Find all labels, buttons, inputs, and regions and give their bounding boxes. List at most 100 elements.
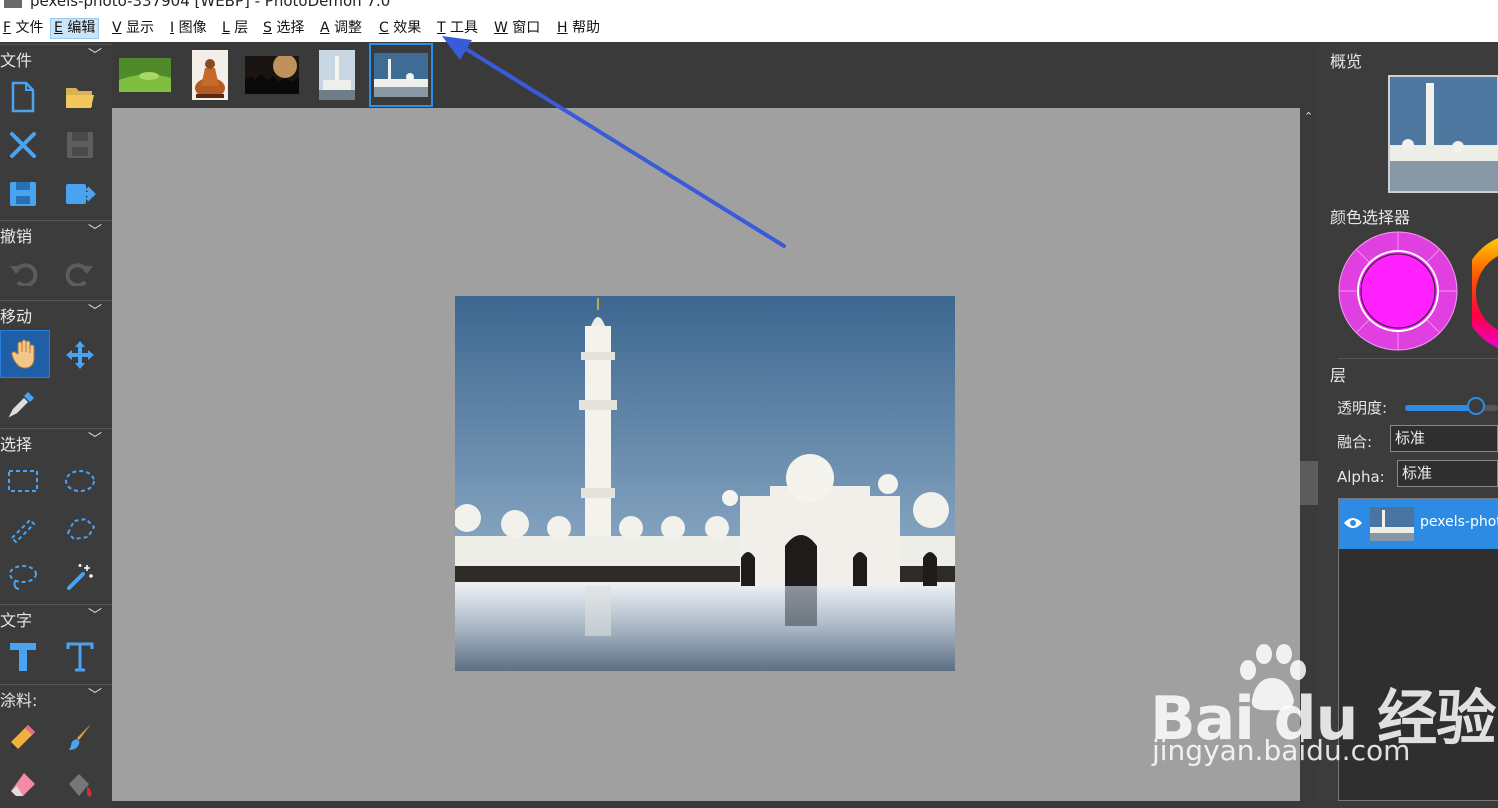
paintbrush-icon	[69, 724, 91, 750]
pencil-icon	[11, 725, 35, 749]
image-tab-5-active[interactable]	[369, 43, 433, 107]
text-tool-button[interactable]	[0, 634, 46, 680]
layer-name: pexels-photo	[1420, 514, 1498, 530]
image-tab-3[interactable]	[244, 47, 300, 103]
window-title: pexels-photo-337904 [WEBP] - PhotoDemon …	[30, 0, 391, 10]
thumbnail-mosque	[374, 53, 428, 97]
ellipse-select-button[interactable]	[57, 458, 103, 504]
opacity-slider[interactable]	[1405, 397, 1498, 416]
chevron-down-icon: ﹀	[88, 48, 102, 64]
right-panel: 概览 颜色选择器 层 透明度: 融合: 标准 Alpha: 标准 pexels-…	[1318, 42, 1498, 801]
eye-icon[interactable]	[1343, 516, 1363, 530]
chevron-down-icon: ﹀	[88, 224, 102, 240]
save-icon	[67, 132, 93, 158]
hand-icon	[11, 339, 35, 369]
chevron-down-icon: ﹀	[88, 608, 102, 624]
opacity-label: 透明度:	[1337, 399, 1388, 417]
toolbox-section-undo[interactable]: 撤销 ﹀	[0, 220, 112, 246]
lasso-icon	[9, 565, 37, 590]
eraser-tool-button[interactable]	[0, 762, 46, 808]
canvas-vertical-scrollbar[interactable]: ⌃	[1300, 108, 1318, 801]
polygon-select-icon	[66, 517, 96, 541]
thumbnail-mosque-tall	[319, 50, 355, 100]
line-select-icon	[10, 518, 36, 544]
image-tab-2[interactable]	[190, 47, 230, 103]
app-icon	[4, 0, 22, 8]
text-serif-icon	[66, 642, 94, 672]
layers-title: 层	[1330, 366, 1347, 385]
blend-label: 融合:	[1337, 433, 1373, 451]
scroll-up-icon[interactable]: ⌃	[1304, 111, 1314, 122]
eyedropper-icon	[8, 392, 34, 418]
undo-button[interactable]	[0, 250, 46, 296]
export-button[interactable]	[57, 170, 103, 216]
rect-select-button[interactable]	[0, 458, 46, 504]
color-wheel-primary[interactable]	[1337, 230, 1459, 352]
magic-wand-icon	[67, 564, 93, 590]
open-file-button[interactable]	[57, 74, 103, 120]
menu-select[interactable]: S 选择	[260, 18, 307, 39]
alpha-label: Alpha:	[1337, 468, 1385, 486]
color-picker-tool-button[interactable]	[0, 380, 46, 426]
thumbnail-concert	[245, 56, 299, 94]
toolbox: 文件 ﹀ 撤销 ﹀ 移动 ﹀ 选择 ﹀ 文字 ﹀ 涂料: ﹀	[0, 42, 112, 801]
toolbox-section-file[interactable]: 文件 ﹀	[0, 44, 112, 70]
menu-layer[interactable]: L 层	[219, 18, 251, 39]
move-tool-button[interactable]	[57, 332, 103, 378]
lasso-select-button[interactable]	[0, 554, 46, 600]
menu-image[interactable]: I 图像	[167, 18, 210, 39]
thumbnail-green-field	[119, 58, 171, 92]
polygon-select-button[interactable]	[57, 506, 103, 552]
move-arrows-icon	[66, 341, 94, 369]
folder-icon	[66, 88, 94, 108]
fill-tool-button[interactable]	[57, 762, 103, 808]
redo-button[interactable]	[57, 250, 103, 296]
annotation-arrow	[442, 36, 786, 248]
new-file-icon	[11, 81, 35, 113]
canvas-image[interactable]	[455, 296, 955, 671]
image-tab-1[interactable]	[118, 47, 172, 103]
divider	[1338, 358, 1498, 359]
close-icon	[10, 132, 36, 158]
hand-tool-button[interactable]	[0, 330, 50, 378]
blend-mode-dropdown[interactable]: 标准	[1390, 425, 1498, 452]
eraser-icon	[11, 773, 35, 796]
menu-edit[interactable]: E 编辑	[50, 18, 100, 39]
layer-row[interactable]: pexels-photo	[1339, 499, 1498, 549]
brush-tool-button[interactable]	[57, 714, 103, 760]
overview-title: 概览	[1330, 52, 1363, 71]
hue-wheel[interactable]	[1472, 238, 1498, 348]
layer-list[interactable]: pexels-photo	[1338, 498, 1498, 801]
chevron-down-icon: ﹀	[88, 304, 102, 320]
image-tab-4[interactable]	[317, 47, 357, 103]
layer-thumbnail	[1370, 507, 1414, 541]
rect-select-icon	[8, 470, 38, 492]
undo-icon	[10, 263, 38, 286]
save-button[interactable]	[57, 122, 103, 168]
toolbox-section-move[interactable]: 移动 ﹀	[0, 300, 112, 326]
export-icon	[66, 184, 96, 204]
close-file-button[interactable]	[0, 122, 46, 168]
new-file-button[interactable]	[0, 74, 46, 120]
toolbox-section-text[interactable]: 文字 ﹀	[0, 604, 112, 630]
save-as-button[interactable]	[0, 170, 46, 216]
ellipse-select-icon	[65, 470, 95, 492]
color-picker-title: 颜色选择器	[1330, 208, 1411, 227]
line-select-button[interactable]	[0, 506, 46, 552]
menu-adjust[interactable]: A 调整	[317, 18, 365, 39]
overview-preview[interactable]	[1388, 75, 1498, 193]
alpha-mode-dropdown[interactable]: 标准	[1397, 460, 1498, 487]
typography-tool-button[interactable]	[57, 634, 103, 680]
magic-wand-button[interactable]	[57, 554, 103, 600]
toolbox-section-paint[interactable]: 涂料: ﹀	[0, 684, 112, 710]
save-as-icon	[10, 182, 36, 206]
opacity-slider-handle[interactable]	[1467, 397, 1485, 415]
menu-file[interactable]: F 文件	[0, 18, 47, 39]
menu-view[interactable]: V 显示	[109, 18, 157, 39]
pencil-tool-button[interactable]	[0, 714, 46, 760]
chevron-down-icon: ﹀	[88, 432, 102, 448]
toolbox-section-select[interactable]: 选择 ﹀	[0, 428, 112, 454]
scrollbar-thumb[interactable]	[1300, 461, 1318, 505]
menu-effects[interactable]: C 效果	[376, 18, 424, 39]
text-bold-icon	[10, 643, 36, 671]
